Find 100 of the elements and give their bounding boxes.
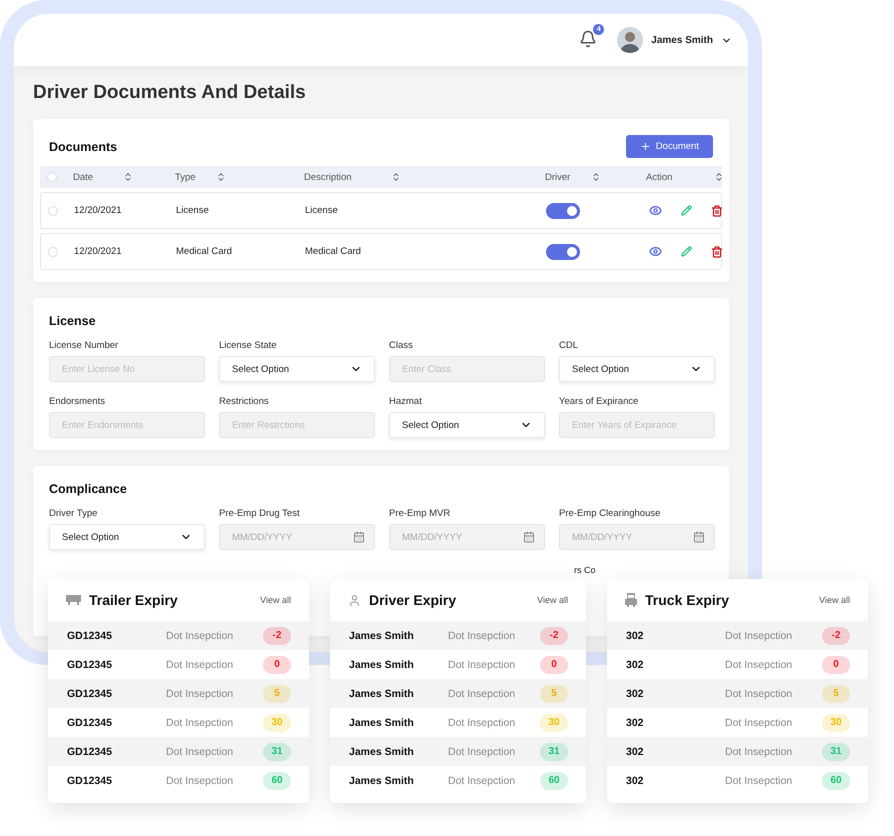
days-badge: 31 <box>540 742 568 760</box>
expiry-item: Dot Insepction <box>725 716 794 728</box>
expiry-item: Dot Insepction <box>725 774 794 786</box>
days-badge: 60 <box>822 772 850 790</box>
sort-icon <box>591 172 601 182</box>
days-badge: 0 <box>540 656 568 674</box>
date-field[interactable]: MM/DD/YYYY <box>559 524 715 550</box>
days-badge: 60 <box>263 772 291 790</box>
delete-button[interactable] <box>711 204 723 216</box>
days-badge: 30 <box>540 714 568 732</box>
card-title: Driver Expiry <box>369 592 458 608</box>
select-dropdown[interactable]: Select Option <box>49 524 205 550</box>
row-checkbox[interactable] <box>48 246 58 256</box>
sort-icon <box>391 172 401 182</box>
expiry-item: Dot Insepction <box>448 746 516 758</box>
expiry-name: James Smith <box>349 658 415 670</box>
expiry-item: Dot Insepction <box>166 774 234 786</box>
row-checkbox[interactable] <box>48 206 58 216</box>
column-header[interactable]: Driver <box>545 172 601 182</box>
card-title: Trailer Expiry <box>89 592 179 608</box>
expiry-item: Dot Insepction <box>725 688 794 700</box>
date-field[interactable]: MM/DD/YYYY <box>389 524 545 550</box>
expiry-item: Dot Insepction <box>448 658 516 670</box>
calendar-icon <box>523 531 535 543</box>
expiry-name: 302 <box>626 746 645 758</box>
field-label: Pre-Emp Drug Test <box>219 508 301 519</box>
expiry-item: Dot Insepction <box>166 658 234 670</box>
table-cell-text: License <box>176 205 210 216</box>
view-button[interactable] <box>649 245 662 258</box>
days-badge: -2 <box>822 626 850 644</box>
sort-icon <box>123 172 133 182</box>
expiry-item: Dot Insepction <box>166 746 234 758</box>
add-document-button[interactable]: Document <box>626 135 713 158</box>
expiry-item: Dot Insepction <box>166 630 234 642</box>
card-title: Documents <box>49 140 118 154</box>
delete-button[interactable] <box>711 246 723 258</box>
expiry-name: GD12345 <box>67 716 113 728</box>
view-all-link[interactable]: View all <box>260 595 291 605</box>
select-dropdown[interactable]: Select Option <box>559 356 715 382</box>
days-badge: 0 <box>263 656 291 674</box>
expiry-item: Dot Insepction <box>166 716 234 728</box>
card-title: Truck Expiry <box>645 592 730 608</box>
days-badge: 5 <box>263 684 291 702</box>
user-menu[interactable]: James Smith <box>617 27 732 53</box>
days-badge: 5 <box>540 684 568 702</box>
view-button[interactable] <box>649 204 662 217</box>
column-header[interactable]: Date <box>73 172 133 182</box>
days-badge: 0 <box>822 656 850 674</box>
field-label: Pre-Emp MVR <box>389 508 452 519</box>
table-cell-text: Medical Card <box>176 246 233 257</box>
days-badge: 31 <box>822 742 850 760</box>
plus-icon <box>640 141 651 152</box>
card-title: Complicance <box>49 482 128 496</box>
expiry-name: GD12345 <box>67 746 113 758</box>
page-title: Driver Documents And Details <box>33 83 307 103</box>
days-badge: 30 <box>822 714 850 732</box>
date-field[interactable]: MM/DD/YYYY <box>219 524 375 550</box>
column-header[interactable]: Type <box>175 172 226 182</box>
table-cell-text: 12/20/2021 <box>74 205 123 216</box>
column-header[interactable]: Action <box>646 172 724 182</box>
trailer-icon <box>66 595 81 605</box>
field-label: Class <box>389 340 414 351</box>
card-title: License <box>49 314 97 328</box>
expiry-name: GD12345 <box>67 688 113 700</box>
select-dropdown[interactable]: Select Option <box>389 412 545 438</box>
field-label: Hazmat <box>389 396 423 407</box>
select-all-checkbox[interactable] <box>47 172 57 182</box>
expiry-item: Dot Insepction <box>725 658 794 670</box>
expiry-item: Dot Insepction <box>725 630 794 642</box>
field-label: Restrictions <box>219 396 270 407</box>
expiry-name: James Smith <box>349 630 415 642</box>
table-cell-text: Medical Card <box>305 246 362 257</box>
table-cell-text: 12/20/2021 <box>74 246 123 257</box>
expiry-item: Dot Insepction <box>448 774 516 786</box>
calendar-icon <box>353 531 365 543</box>
expiry-name: 302 <box>626 774 645 786</box>
expiry-name: James Smith <box>349 716 415 728</box>
expiry-name: 302 <box>626 688 645 700</box>
driver-toggle[interactable] <box>546 202 580 218</box>
expiry-name: 302 <box>626 630 645 642</box>
expiry-name: 302 <box>626 716 645 728</box>
field-label: Endorsments <box>49 396 106 407</box>
select-dropdown[interactable]: Select Option <box>219 356 375 382</box>
calendar-icon <box>693 531 705 543</box>
field-label: License State <box>219 340 278 351</box>
days-badge: 5 <box>822 684 850 702</box>
field-label: rs Co <box>574 565 596 575</box>
expiry-name: James Smith <box>349 774 415 786</box>
driver-toggle[interactable] <box>546 244 580 260</box>
view-all-link[interactable]: View all <box>819 595 850 605</box>
sort-icon <box>714 172 724 182</box>
days-badge: -2 <box>263 626 291 644</box>
days-badge: 31 <box>263 742 291 760</box>
column-header[interactable]: Description <box>304 172 401 182</box>
bell-icon[interactable] <box>579 30 598 48</box>
expiry-item: Dot Insepction <box>448 688 516 700</box>
expiry-name: James Smith <box>349 688 415 700</box>
view-all-link[interactable]: View all <box>537 595 568 605</box>
expiry-item: Dot Insepction <box>166 688 234 700</box>
expiry-item: Dot Insepction <box>725 746 794 758</box>
